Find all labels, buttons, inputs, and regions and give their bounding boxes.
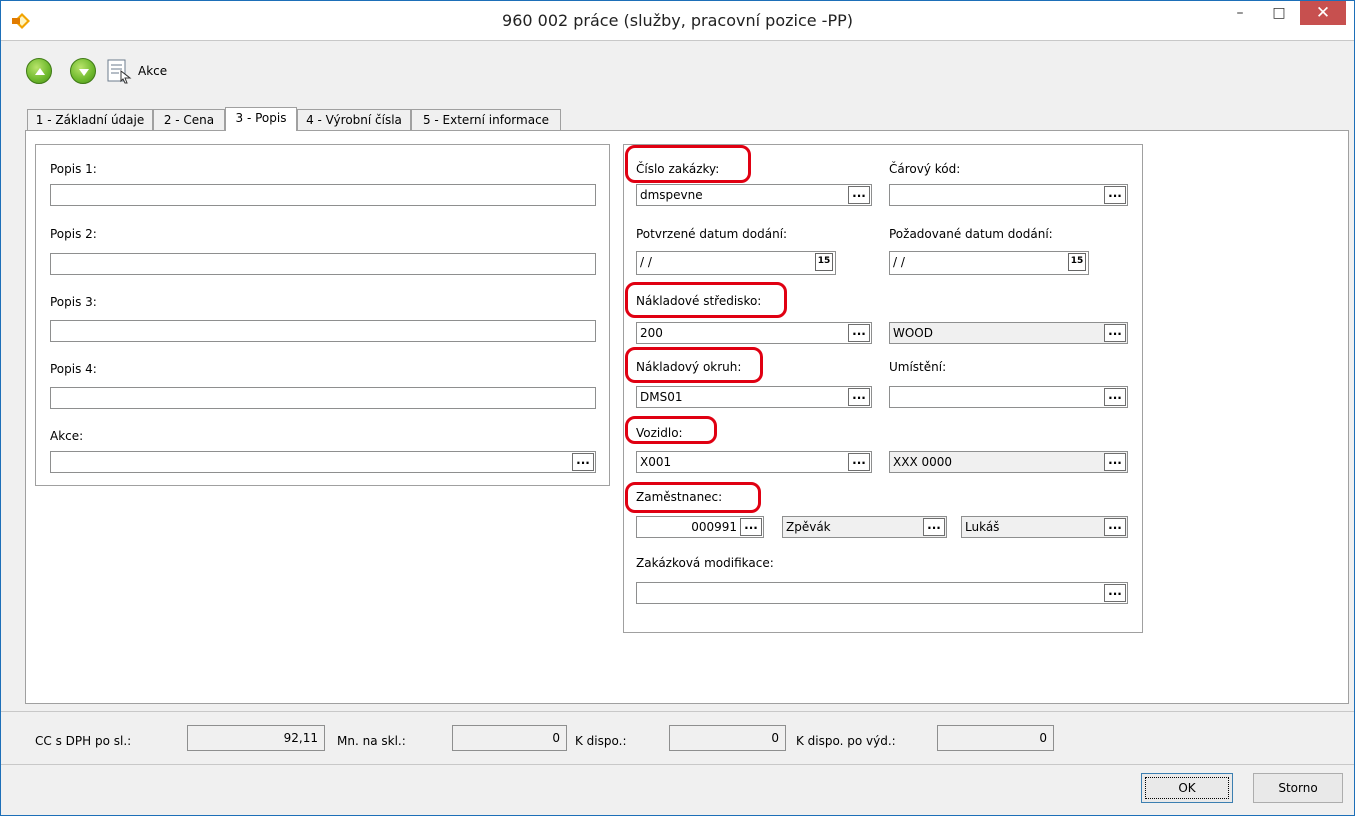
tab-externi-informace[interactable]: 5 - Externí informace — [411, 109, 561, 131]
toolbar: Akce — [10, 47, 1350, 91]
akce-input[interactable]: ... — [50, 451, 596, 473]
k-dispo-vyd-value: 0 — [937, 725, 1054, 751]
stredisko-value: 200 — [640, 326, 663, 340]
okruh-lookup-button[interactable]: ... — [848, 388, 870, 406]
title-bar: 960 002 práce (služby, pracovní pozice -… — [1, 1, 1354, 41]
zamestnanec-firstname-input[interactable]: Lukáš ... — [961, 516, 1128, 538]
carovy-kod-input[interactable]: ... — [889, 184, 1128, 206]
pozadovane-datum-value: / / — [893, 255, 905, 269]
cislo-zakazky-input[interactable]: dmspevne ... — [636, 184, 872, 206]
highlight-zamestnanec — [625, 482, 761, 513]
vozidlo-input[interactable]: X001 ... — [636, 451, 872, 473]
zamestnanec-surname-lookup-button[interactable]: ... — [923, 518, 945, 536]
calendar-icon[interactable]: 15 — [815, 253, 833, 271]
pozadovane-datum-label: Požadované datum dodání: — [889, 227, 1053, 241]
umisteni-lookup-button[interactable]: ... — [1104, 388, 1126, 406]
zamestnanec-code-input[interactable]: 000991 ... — [636, 516, 764, 538]
storno-button[interactable]: Storno — [1253, 773, 1343, 803]
zamestnanec-surname-input[interactable]: Zpěvák ... — [782, 516, 947, 538]
maximize-button[interactable]: □ — [1263, 1, 1295, 25]
zamestnanec-firstname-lookup-button[interactable]: ... — [1104, 518, 1126, 536]
tab-zakladni-udaje[interactable]: 1 - Základní údaje — [27, 109, 153, 131]
umisteni-label: Umístění: — [889, 360, 947, 374]
modifikace-label: Zakázková modifikace: — [636, 556, 774, 570]
mn-skl-label: Mn. na skl.: — [337, 734, 406, 748]
popis3-input[interactable] — [50, 320, 596, 342]
calendar-icon[interactable]: 15 — [1068, 253, 1086, 271]
popis1-input[interactable] — [50, 184, 596, 206]
tab-vyrobni-cisla[interactable]: 4 - Výrobní čísla — [297, 109, 411, 131]
window-title: 960 002 práce (služby, pracovní pozice -… — [502, 11, 853, 30]
arrow-up-icon — [35, 68, 45, 75]
popis2-input[interactable] — [50, 253, 596, 275]
cislo-zakazky-value: dmspevne — [640, 188, 703, 202]
vozidlo-lookup-button[interactable]: ... — [848, 453, 870, 471]
minimize-button[interactable]: – — [1224, 1, 1256, 25]
umisteni-input[interactable]: ... — [889, 386, 1128, 408]
tab-cena[interactable]: 2 - Cena — [153, 109, 225, 131]
okruh-value: DMS01 — [640, 390, 683, 404]
dialog-window: 960 002 práce (služby, pracovní pozice -… — [0, 0, 1355, 816]
divider — [1, 764, 1354, 765]
stredisko-lookup-button[interactable]: ... — [848, 324, 870, 342]
zamestnanec-code-lookup-button[interactable]: ... — [740, 518, 762, 536]
highlight-vozidlo — [625, 416, 717, 444]
zamestnanec-surname-value: Zpěvák — [786, 520, 831, 534]
arrow-down-icon — [79, 69, 89, 76]
zakazka-group: Číslo zakázky: dmspevne ... Čárový kód: … — [623, 144, 1143, 633]
actions-icon[interactable] — [106, 58, 132, 84]
akce-lookup-button[interactable]: ... — [572, 453, 594, 471]
potvrzene-datum-value: / / — [640, 255, 652, 269]
tab-popis[interactable]: 3 - Popis — [225, 107, 297, 131]
ok-button[interactable]: OK — [1141, 773, 1233, 803]
highlight-stredisko — [625, 282, 787, 318]
k-dispo-vyd-label: K dispo. po výd.: — [796, 734, 896, 748]
stredisko-name-lookup-button[interactable]: ... — [1104, 324, 1126, 342]
zamestnanec-code-value: 000991 — [691, 520, 737, 534]
cislo-zakazky-lookup-button[interactable]: ... — [848, 186, 870, 204]
cc-dph-label: CC s DPH po sl.: — [35, 734, 132, 748]
ok-button-label: OK — [1145, 777, 1229, 799]
next-record-button[interactable] — [70, 58, 96, 84]
potvrzene-datum-input[interactable]: / / 15 — [636, 251, 836, 275]
cc-dph-value: 92,11 — [187, 725, 325, 751]
popis3-label: Popis 3: — [50, 295, 97, 309]
vozidlo-spz-value: XXX 0000 — [893, 455, 953, 469]
vozidlo-value: X001 — [640, 455, 672, 469]
popis2-label: Popis 2: — [50, 227, 97, 241]
highlight-okruh — [625, 347, 763, 383]
actions-label[interactable]: Akce — [138, 64, 167, 78]
k-dispo-label: K dispo.: — [575, 734, 627, 748]
mn-skl-value: 0 — [452, 725, 567, 751]
stredisko-input[interactable]: 200 ... — [636, 322, 872, 344]
okruh-input[interactable]: DMS01 ... — [636, 386, 872, 408]
k-dispo-value: 0 — [669, 725, 786, 751]
stredisko-name-input[interactable]: WOOD ... — [889, 322, 1128, 344]
carovy-kod-label: Čárový kód: — [889, 162, 961, 176]
stredisko-name-value: WOOD — [893, 326, 933, 340]
pozadovane-datum-input[interactable]: / / 15 — [889, 251, 1089, 275]
popis4-input[interactable] — [50, 387, 596, 409]
vozidlo-spz-lookup-button[interactable]: ... — [1104, 453, 1126, 471]
popis-group: Popis 1: Popis 2: Popis 3: Popis 4: Akce… — [35, 144, 610, 486]
modifikace-input[interactable]: ... — [636, 582, 1128, 604]
zamestnanec-firstname-value: Lukáš — [965, 520, 1000, 534]
carovy-kod-lookup-button[interactable]: ... — [1104, 186, 1126, 204]
akce-label: Akce: — [50, 429, 84, 443]
potvrzene-datum-label: Potvrzené datum dodání: — [636, 227, 788, 241]
popis4-label: Popis 4: — [50, 362, 97, 376]
popis1-label: Popis 1: — [50, 162, 97, 176]
divider — [1, 711, 1354, 712]
previous-record-button[interactable] — [26, 58, 52, 84]
highlight-cislo-zakazky — [625, 145, 751, 183]
modifikace-lookup-button[interactable]: ... — [1104, 584, 1126, 602]
close-button[interactable]: ✕ — [1300, 1, 1346, 25]
vozidlo-spz-input[interactable]: XXX 0000 ... — [889, 451, 1128, 473]
